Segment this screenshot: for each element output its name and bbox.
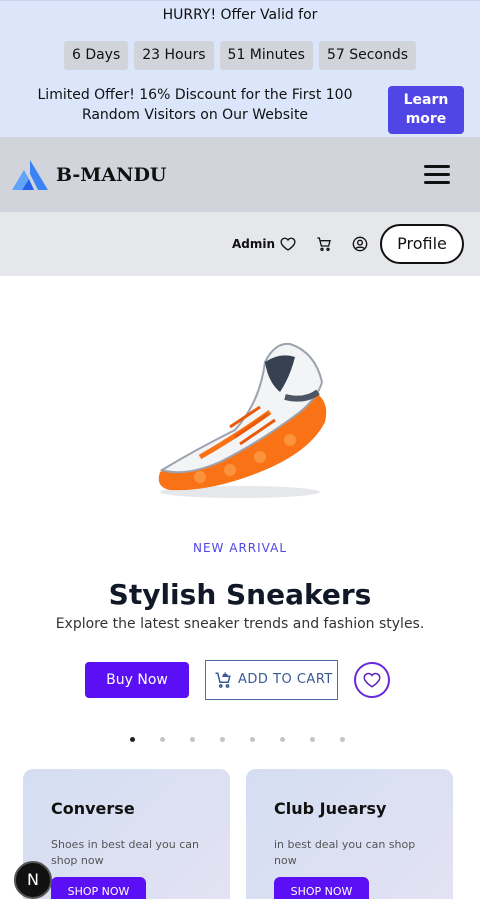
carousel-dot[interactable] bbox=[310, 737, 315, 742]
carousel-dots bbox=[130, 737, 345, 742]
next-dev-badge[interactable]: N bbox=[14, 861, 52, 899]
carousel-dot[interactable] bbox=[130, 737, 135, 742]
carousel-dot[interactable] bbox=[160, 737, 165, 742]
promo-card: Converse Shoes in best deal you can shop… bbox=[23, 769, 230, 899]
user-name: Admin bbox=[232, 237, 276, 251]
offer-description: Limited Offer! 16% Discount for the Firs… bbox=[37, 87, 353, 123]
shop-now-button[interactable]: SHOP NOW bbox=[51, 877, 146, 899]
heart-icon[interactable] bbox=[280, 236, 296, 252]
countdown-hours: 23 Hours bbox=[134, 41, 214, 70]
carousel-dot[interactable] bbox=[220, 737, 225, 742]
heart-icon bbox=[363, 672, 381, 688]
card-title: Club Juearsy bbox=[274, 799, 387, 818]
offer-title: HURRY! Offer Valid for bbox=[162, 7, 318, 23]
profile-button[interactable]: Profile bbox=[380, 224, 464, 264]
user-circle-icon[interactable] bbox=[352, 236, 368, 252]
cart-icon[interactable] bbox=[316, 236, 332, 252]
learn-more-button[interactable]: Learn more bbox=[388, 86, 464, 134]
countdown-timer: 6 Days 23 Hours 51 Minutes 57 Seconds bbox=[0, 41, 480, 70]
card-description: Shoes in best deal you can shop now bbox=[51, 838, 200, 867]
hero-subtitle: Explore the latest sneaker trends and fa… bbox=[55, 616, 425, 632]
shop-now-button[interactable]: SHOP NOW bbox=[274, 877, 369, 899]
countdown-seconds: 57 Seconds bbox=[318, 41, 417, 70]
cart-plus-icon bbox=[215, 672, 231, 688]
offer-banner: HURRY! Offer Valid for 6 Days 23 Hours 5… bbox=[0, 0, 480, 137]
brand-name[interactable]: B-MANDU bbox=[56, 164, 166, 186]
carousel-dot[interactable] bbox=[250, 737, 255, 742]
hero-carousel: NEW ARRIVAL Stylish Sneakers Explore the… bbox=[0, 276, 480, 766]
new-arrival-tag: NEW ARRIVAL bbox=[193, 541, 287, 555]
promo-card: Club Juearsy in best deal you can shop n… bbox=[246, 769, 453, 899]
buy-now-button[interactable]: Buy Now bbox=[85, 662, 189, 698]
add-to-cart-button[interactable]: ADD TO CART bbox=[205, 660, 338, 700]
card-title: Converse bbox=[51, 799, 135, 818]
carousel-dot[interactable] bbox=[190, 737, 195, 742]
sneaker-image bbox=[158, 342, 327, 498]
user-bar: Admin Profile bbox=[0, 212, 480, 276]
countdown-minutes: 51 Minutes bbox=[219, 41, 313, 70]
carousel-dot[interactable] bbox=[340, 737, 345, 742]
navbar: B-MANDU bbox=[0, 137, 480, 212]
hamburger-menu-icon[interactable] bbox=[424, 165, 452, 185]
wishlist-button[interactable] bbox=[354, 662, 390, 698]
add-to-cart-label: ADD TO CART bbox=[238, 672, 333, 687]
countdown-days: 6 Days bbox=[63, 41, 129, 70]
hero-title: Stylish Sneakers bbox=[108, 578, 372, 611]
card-description: in best deal you can shop now bbox=[274, 838, 416, 867]
carousel-dot[interactable] bbox=[280, 737, 285, 742]
brand-logo-icon[interactable] bbox=[12, 160, 48, 190]
